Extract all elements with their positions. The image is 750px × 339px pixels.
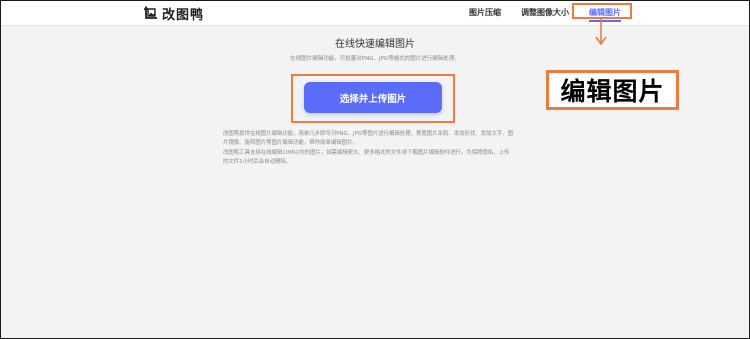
nav-resize-image[interactable]: 调整图像大小 <box>516 1 574 25</box>
logo-text: 改图鸭 <box>162 7 205 23</box>
description: 改图鸭提供在线图片编辑功能，简单几步即可对PNG、JPG等图片进行编辑处理，预置… <box>223 130 533 167</box>
callout-label: 编辑图片 <box>546 70 679 110</box>
top-header: 改图鸭 图片压缩 调整图像大小 编辑图片 <box>1 1 749 26</box>
desc-line: 片镜像、旋转图片等图片编辑功能，帮你简单编辑图片。 <box>223 140 358 147</box>
logo-icon <box>144 6 157 19</box>
desc-line: 改图鸭工具支持在线编辑10M以内的图片，如需编辑更大、更多格式的文件请下载图片编… <box>223 149 510 156</box>
page-subtitle: 在线图片编辑功能，可批量对PNG、JPG等格式的图片进行编辑处理。 <box>290 56 460 62</box>
desc-line: 的文件1小时后会自动删除。 <box>223 158 292 165</box>
nav-highlight-box <box>572 3 632 19</box>
upload-image-button[interactable]: 选择并上传图片 <box>304 82 442 113</box>
site-logo[interactable]: 改图鸭 <box>144 4 205 23</box>
browser-frame: 改图鸭 图片压缩 调整图像大小 编辑图片 编辑图片 在线快速编辑图片 在线图片编… <box>0 0 750 339</box>
nav-image-compress[interactable]: 图片压缩 <box>463 1 507 25</box>
page-title: 在线快速编辑图片 <box>335 39 415 50</box>
desc-line: 改图鸭提供在线图片编辑功能，简单几步即可对PNG、JPG等图片进行编辑处理，预置… <box>223 131 514 137</box>
